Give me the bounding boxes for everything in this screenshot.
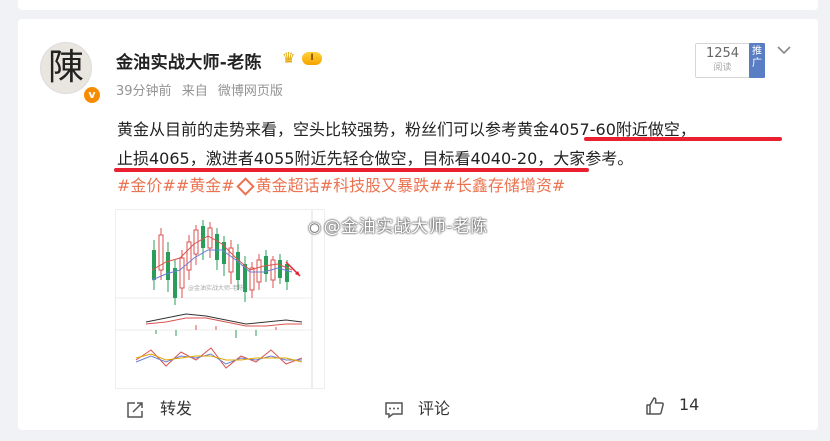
- chevron-down-icon[interactable]: [777, 43, 791, 59]
- post-time[interactable]: 39分钟前: [116, 84, 172, 99]
- tag-cxmt[interactable]: #长鑫存储增资#: [443, 176, 566, 195]
- verified-icon: v: [82, 85, 102, 105]
- chart-thumbnail: @金油实战大师-老陈: [116, 210, 324, 388]
- like-count: 14: [679, 395, 700, 414]
- comment-icon: [384, 401, 404, 419]
- comment-button[interactable]: 评论: [384, 395, 450, 419]
- tag-gold-price[interactable]: #金价#: [117, 176, 176, 195]
- repost-icon: [126, 401, 146, 419]
- post-source[interactable]: 微博网页版: [218, 84, 283, 99]
- chart-watermark: @金油实战大师-老陈: [188, 284, 244, 292]
- crown-icon: ♛: [282, 49, 296, 67]
- thumbs-up-icon: [645, 396, 665, 415]
- avatar[interactable]: 陳: [40, 42, 92, 94]
- level-badge[interactable]: I: [302, 52, 322, 65]
- tag-gold[interactable]: #黄金#: [176, 176, 235, 195]
- action-bar: 转发 评论 14: [18, 389, 818, 419]
- red-underline-2: [114, 168, 589, 172]
- post-text: 黄金从目前的走势来看，空头比较强势，粉丝们可以参考黄金4057-60附近做空， …: [117, 115, 787, 173]
- read-count-box: 1254 阅读: [695, 43, 750, 78]
- supertopic-icon: [235, 176, 255, 196]
- text-line2-plain: ，大家参考。: [537, 149, 634, 168]
- image-watermark: ◉ @金油实战大师-老陈: [308, 212, 488, 237]
- tag-tech-stocks[interactable]: #科技股又暴跌#: [320, 176, 443, 195]
- post-meta: 39分钟前 来自 微博网页版: [116, 80, 289, 99]
- author-name[interactable]: 金油实战大师-老陈: [116, 48, 262, 73]
- read-label: 阅读: [713, 63, 732, 73]
- tag-gold-supertopic[interactable]: 黄金超话: [256, 176, 320, 195]
- red-underline-1: [584, 137, 782, 141]
- post-image-chart[interactable]: @金油实战大师-老陈: [115, 209, 325, 389]
- like-button[interactable]: 14: [645, 395, 699, 415]
- weibo-logo-icon: ◉: [308, 218, 322, 236]
- read-count: 1254: [705, 46, 740, 61]
- weibo-post-card: 陳 v 金油实战大师-老陈 ♛ I 39分钟前 来自 微博网页版 1254 阅读…: [18, 19, 818, 430]
- repost-label: 转发: [160, 399, 193, 418]
- repost-button[interactable]: 转发: [126, 395, 192, 419]
- source-prefix: 来自: [181, 84, 208, 99]
- previous-card-edge: [18, 0, 818, 10]
- avatar-calligraphy: 陳: [47, 47, 84, 88]
- comment-label: 评论: [418, 399, 451, 418]
- text-line1-plain: 黄金从目前的走势来看，空头比较强势，粉丝们可以参考: [117, 120, 518, 139]
- topic-tags: #金价##黄金# 黄金超话#科技股又暴跌##长鑫存储增资#: [117, 176, 797, 196]
- image-watermark-text: @金油实战大师-老陈: [323, 217, 488, 237]
- promote-button[interactable]: 推广: [749, 43, 765, 78]
- text-line2-highlight: 止损4065，激进者4055附近先轻仓做空，目标看4040-20: [117, 149, 538, 168]
